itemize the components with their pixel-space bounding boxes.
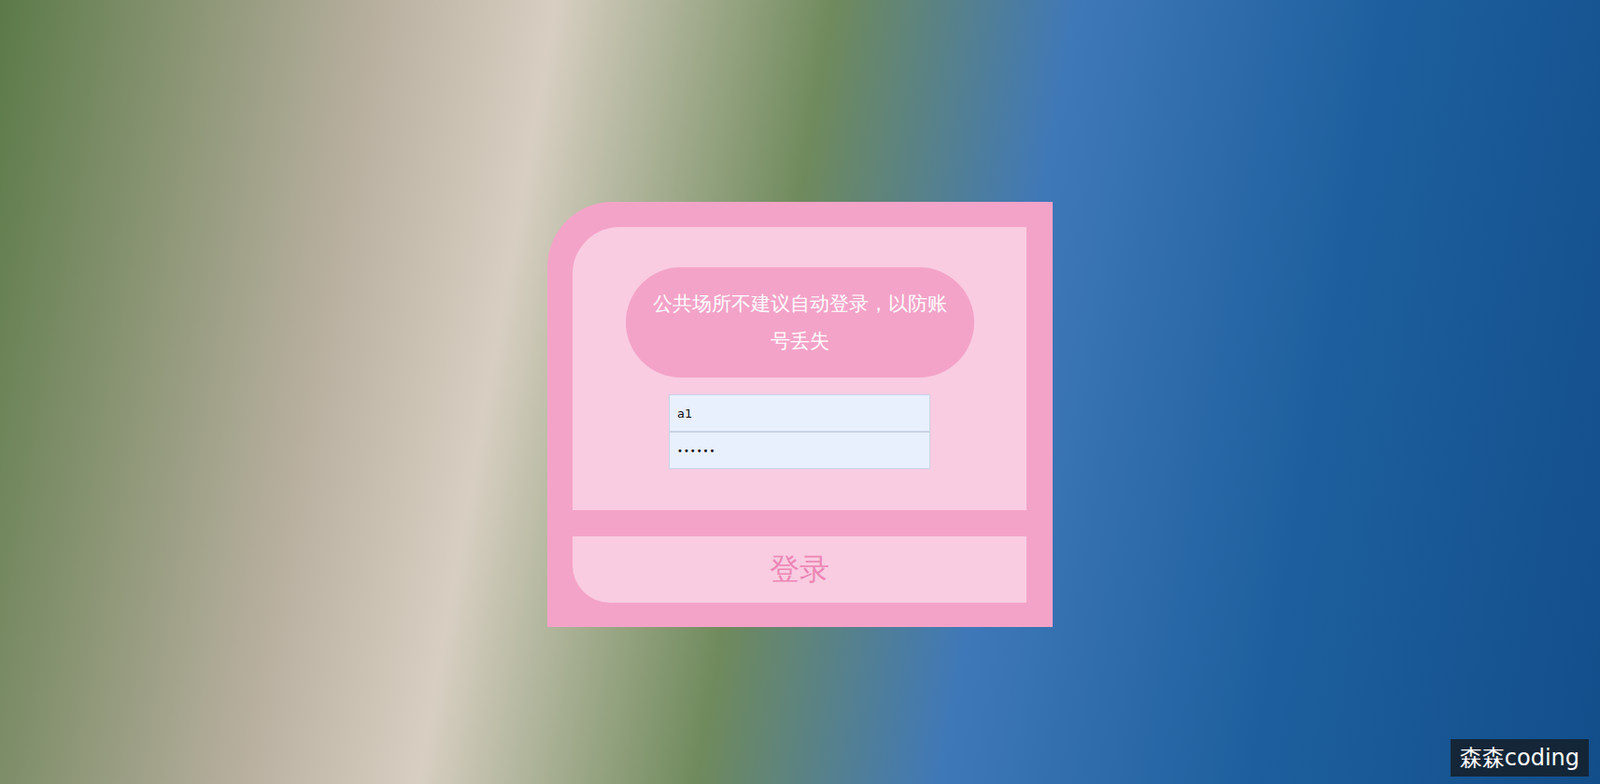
login-card: 公共场所不建议自动登录，以防账号丢失登录 [547,201,1053,627]
username-input[interactable] [668,394,931,432]
watermark: 森森coding [1450,738,1589,777]
field-group [668,394,931,469]
divider-bar [572,509,1027,537]
login-button[interactable]: 登录 [572,536,1027,603]
login-page: 公共场所不建议自动登录，以防账号丢失登录森森coding [0,0,1600,784]
password-input[interactable] [668,431,931,469]
notice-banner: 公共场所不建议自动登录，以防账号丢失 [625,267,975,378]
form-panel: 公共场所不建议自动登录，以防账号丢失 [572,226,1027,510]
